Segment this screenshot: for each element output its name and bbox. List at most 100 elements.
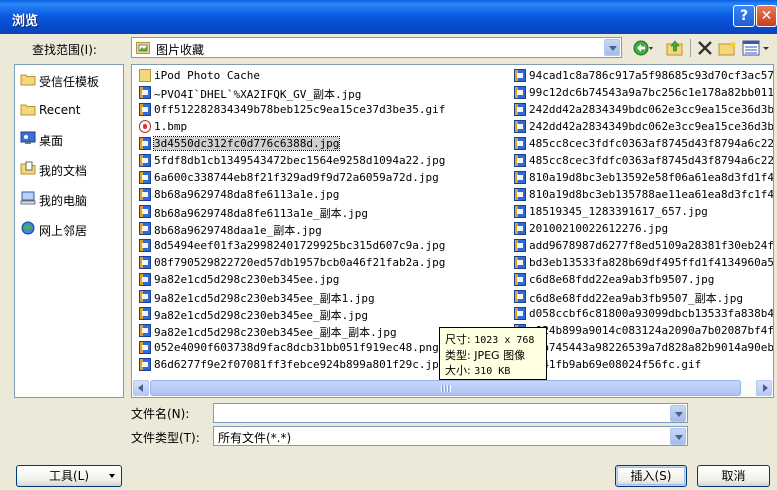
place-my-documents[interactable]: 我的文档 <box>19 159 119 179</box>
list-item[interactable]: 99c12dc6b74543a9a7bc256c1e178a82bb0114c1… <box>510 84 773 101</box>
list-item[interactable]: 810a19d8bc3eb135788ae11ea61ea8d3fc1f44c1… <box>510 186 773 203</box>
image-file-icon <box>139 358 151 371</box>
image-file-icon <box>139 205 151 218</box>
list-item[interactable]: fe41fb9ab69e08024f56fc.gif <box>510 356 773 373</box>
list-item[interactable]: 94cad1c8a786c917a5f98685c93d70cf3ac57590… <box>510 67 773 84</box>
list-item[interactable]: 5fdf8db1cb1349543472bec1564e9258d1094a22… <box>135 152 505 169</box>
list-item[interactable]: 20100210022612276.jpg <box>510 220 773 237</box>
image-file-icon <box>514 222 526 235</box>
bmp-file-icon <box>139 120 151 133</box>
list-item[interactable]: 8b68a9629748daa1e_副本.jpg <box>135 220 505 237</box>
image-file-icon <box>514 86 526 99</box>
scrollbar-thumb[interactable] <box>150 380 741 396</box>
image-file-icon <box>139 239 151 252</box>
list-item[interactable]: 485cc8cec3fdfc0363af8745d43f8794a6c2269c… <box>510 152 773 169</box>
image-file-icon <box>514 290 526 303</box>
look-in-combobox[interactable]: 图片收藏 <box>131 37 622 58</box>
network-icon <box>21 221 35 235</box>
pictures-folder-icon <box>136 42 150 54</box>
list-item[interactable]: 8b68a9629748da8fe6113a1e_副本.jpg <box>135 203 505 220</box>
place-label: 我的文档 <box>39 164 88 178</box>
tooltip-type-value: JPEG 图像 <box>474 349 526 362</box>
file-info-tooltip: 尺寸: 1023 x 768 类型: JPEG 图像 大小: 310 KB <box>439 327 547 380</box>
tooltip-filesize-value: 310 KB <box>474 366 511 377</box>
delete-icon[interactable] <box>696 39 714 57</box>
list-item[interactable]: 9a82e1cd5d298c230eb345ee.jpg <box>135 271 505 288</box>
image-file-icon <box>139 137 151 150</box>
list-item[interactable]: c6d8e68fdd22ea9ab3fb9507_副本.jpg <box>510 288 773 305</box>
list-item[interactable]: 8d5494eef01f3a29982401729925bc315d607c9a… <box>135 237 505 254</box>
filetype-combobox[interactable]: 所有文件(*.*) <box>213 426 688 446</box>
list-item[interactable]: 6a600c338744eb8f21f329ad9f9d72a6059a72d.… <box>135 169 505 186</box>
close-button[interactable]: ✕ <box>756 5 777 27</box>
list-item[interactable]: f1b745443a98226539a7d828a82b9014a90eb38. <box>510 339 773 356</box>
list-item[interactable]: 08f790529822720ed57db1957bcb0a46f21fab2a… <box>135 254 505 271</box>
list-item[interactable]: 0ff512282834349b78beb125c9ea15ce37d3be35… <box>135 101 505 118</box>
views-menu-icon[interactable] <box>742 39 774 57</box>
title-bar: 浏览 ? ✕ <box>0 0 777 34</box>
list-item[interactable]: 8b68a9629748da8fe6113a1e.jpg <box>135 186 505 203</box>
list-item[interactable]: bd3eb13533fa828b69df495ffd1f4134960a5a8a… <box>510 254 773 271</box>
chevron-down-icon[interactable] <box>670 428 686 445</box>
image-file-icon <box>514 205 526 218</box>
image-file-icon <box>139 290 151 303</box>
tooltip-filesize-label: 大小: <box>445 364 471 377</box>
image-file-icon <box>514 239 526 252</box>
list-item[interactable]: d058ccbf6c81800a93099dbcb13533fa838b4797… <box>510 305 773 322</box>
image-file-icon <box>139 86 151 99</box>
filename-label: 文件名(N): <box>131 407 190 421</box>
list-item[interactable]: 242dd42a2834349bdc062e3cc9ea15ce36d3be03… <box>510 101 773 118</box>
scroll-right-button[interactable] <box>756 380 772 396</box>
tooltip-size-value: 1023 x 768 <box>474 335 535 346</box>
new-folder-icon[interactable] <box>718 39 738 57</box>
place-my-computer[interactable]: 我的电脑 <box>19 189 119 209</box>
help-button[interactable]: ? <box>733 5 755 27</box>
place-label: 网上邻居 <box>39 224 88 238</box>
list-item[interactable]: 18519345_1283391617_657.jpg <box>510 203 773 220</box>
list-item[interactable]: 1.bmp <box>135 118 505 135</box>
up-folder-icon[interactable] <box>666 39 684 57</box>
chevron-down-icon[interactable] <box>670 405 686 422</box>
list-item[interactable]: 485cc8cec3fdfc0363af8745d43f8794a6c2269c… <box>510 135 773 152</box>
my-computer-icon <box>20 191 36 205</box>
tools-button[interactable]: 工具(L) <box>16 465 122 487</box>
cancel-button[interactable]: 取消 <box>697 465 770 487</box>
image-file-icon <box>139 256 151 269</box>
place-desktop[interactable]: 桌面 <box>19 129 119 149</box>
dropdown-arrow-icon <box>109 474 115 478</box>
window-title: 浏览 <box>12 14 39 29</box>
image-file-icon <box>139 171 151 184</box>
scroll-left-button[interactable] <box>133 380 149 396</box>
list-item[interactable]: 9a82e1cd5d298c230eb345ee_副本1.jpg <box>135 288 505 305</box>
place-trusted-templates[interactable]: 受信任模板 <box>19 70 119 90</box>
image-file-icon <box>514 120 526 133</box>
image-file-icon <box>514 256 526 269</box>
list-item[interactable]: iPod Photo Cache <box>135 67 505 84</box>
image-file-icon <box>139 324 151 337</box>
list-item[interactable]: 810a19d8bc3eb13592e58f06a61ea8d3fd1f4468… <box>510 169 773 186</box>
look-in-label: 查找范围(I): <box>32 43 97 57</box>
insert-button[interactable]: 插入(S) <box>615 465 687 487</box>
chevron-down-icon[interactable] <box>604 39 620 56</box>
folder-icon <box>139 69 151 82</box>
image-file-icon <box>139 103 151 116</box>
tools-label: 工具(L) <box>48 469 90 483</box>
list-item[interactable]: add9678987d6277f8ed5109a28381f30eb24fca3… <box>510 237 773 254</box>
place-network[interactable]: 网上邻居 <box>19 219 119 239</box>
image-file-icon <box>139 188 151 201</box>
my-documents-icon <box>20 161 36 175</box>
horizontal-scrollbar[interactable] <box>133 380 772 396</box>
folder-icon <box>20 104 36 116</box>
filename-combobox[interactable] <box>213 403 688 423</box>
list-item-selected[interactable]: 3d4550dc312fc0d776c6388d.jpg <box>135 135 505 152</box>
tooltip-type-label: 类型: <box>445 349 471 362</box>
back-icon[interactable] <box>632 39 654 57</box>
image-file-icon <box>514 154 526 167</box>
list-item[interactable]: e924b899a9014c083124a2090a7b02087bf4f47b… <box>510 322 773 339</box>
list-item[interactable]: 242dd42a2834349bdc062e3cc9ea15ce36d3be03… <box>510 118 773 135</box>
list-item[interactable]: 9a82e1cd5d298c230eb345ee_副本.jpg <box>135 305 505 322</box>
place-recent[interactable]: Recent <box>19 100 119 120</box>
list-item[interactable]: ~PVO4I`DHEL`%XA2IFQK_GV_副本.jpg <box>135 84 505 101</box>
list-item[interactable]: c6d8e68fdd22ea9ab3fb9507.jpg <box>510 271 773 288</box>
image-file-icon <box>514 273 526 286</box>
